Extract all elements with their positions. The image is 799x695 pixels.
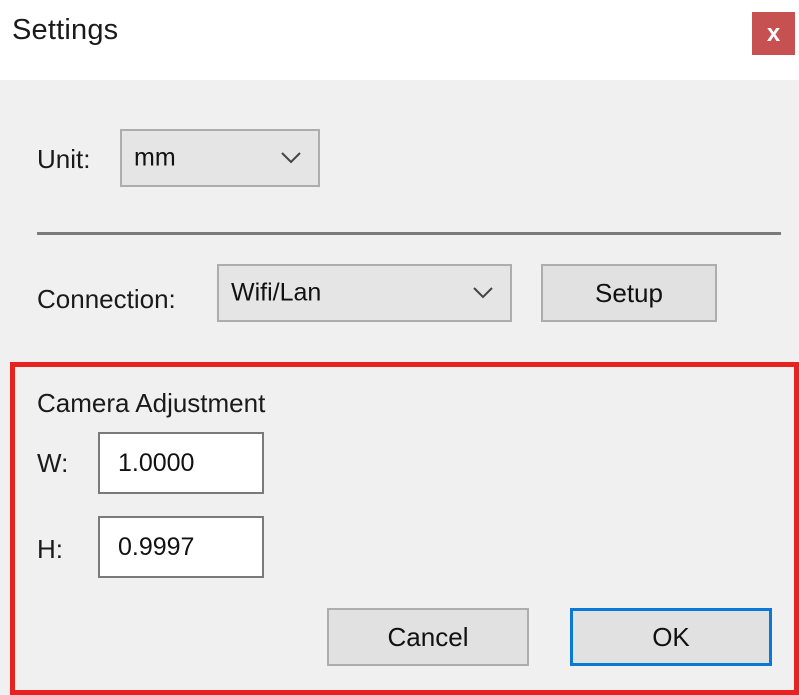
camera-adjustment-heading: Camera Adjustment [37, 388, 266, 418]
ok-button[interactable]: OK [570, 608, 772, 666]
height-field[interactable] [98, 516, 264, 578]
chevron-down-icon [281, 152, 301, 164]
cancel-button[interactable]: Cancel [327, 608, 529, 666]
settings-dialog: Settings x Unit: mm Connection: Wifi/Lan… [0, 0, 799, 695]
chevron-down-icon [473, 287, 493, 299]
window-title: Settings [12, 14, 119, 46]
height-input[interactable] [100, 518, 262, 576]
connection-label: Connection: [37, 284, 176, 314]
width-input[interactable] [100, 434, 262, 492]
divider [37, 232, 781, 235]
unit-select[interactable]: mm [120, 129, 320, 187]
title-bar: Settings x [0, 0, 799, 80]
close-icon: x [766, 19, 781, 47]
unit-label: Unit: [37, 144, 91, 174]
height-label: H: [37, 534, 63, 564]
close-button[interactable]: x [752, 12, 795, 55]
width-field[interactable] [98, 432, 264, 494]
unit-select-value: mm [134, 143, 176, 172]
setup-button[interactable]: Setup [541, 264, 717, 322]
width-label: W: [37, 448, 69, 478]
connection-select[interactable]: Wifi/Lan [217, 264, 512, 322]
connection-select-value: Wifi/Lan [231, 278, 322, 307]
